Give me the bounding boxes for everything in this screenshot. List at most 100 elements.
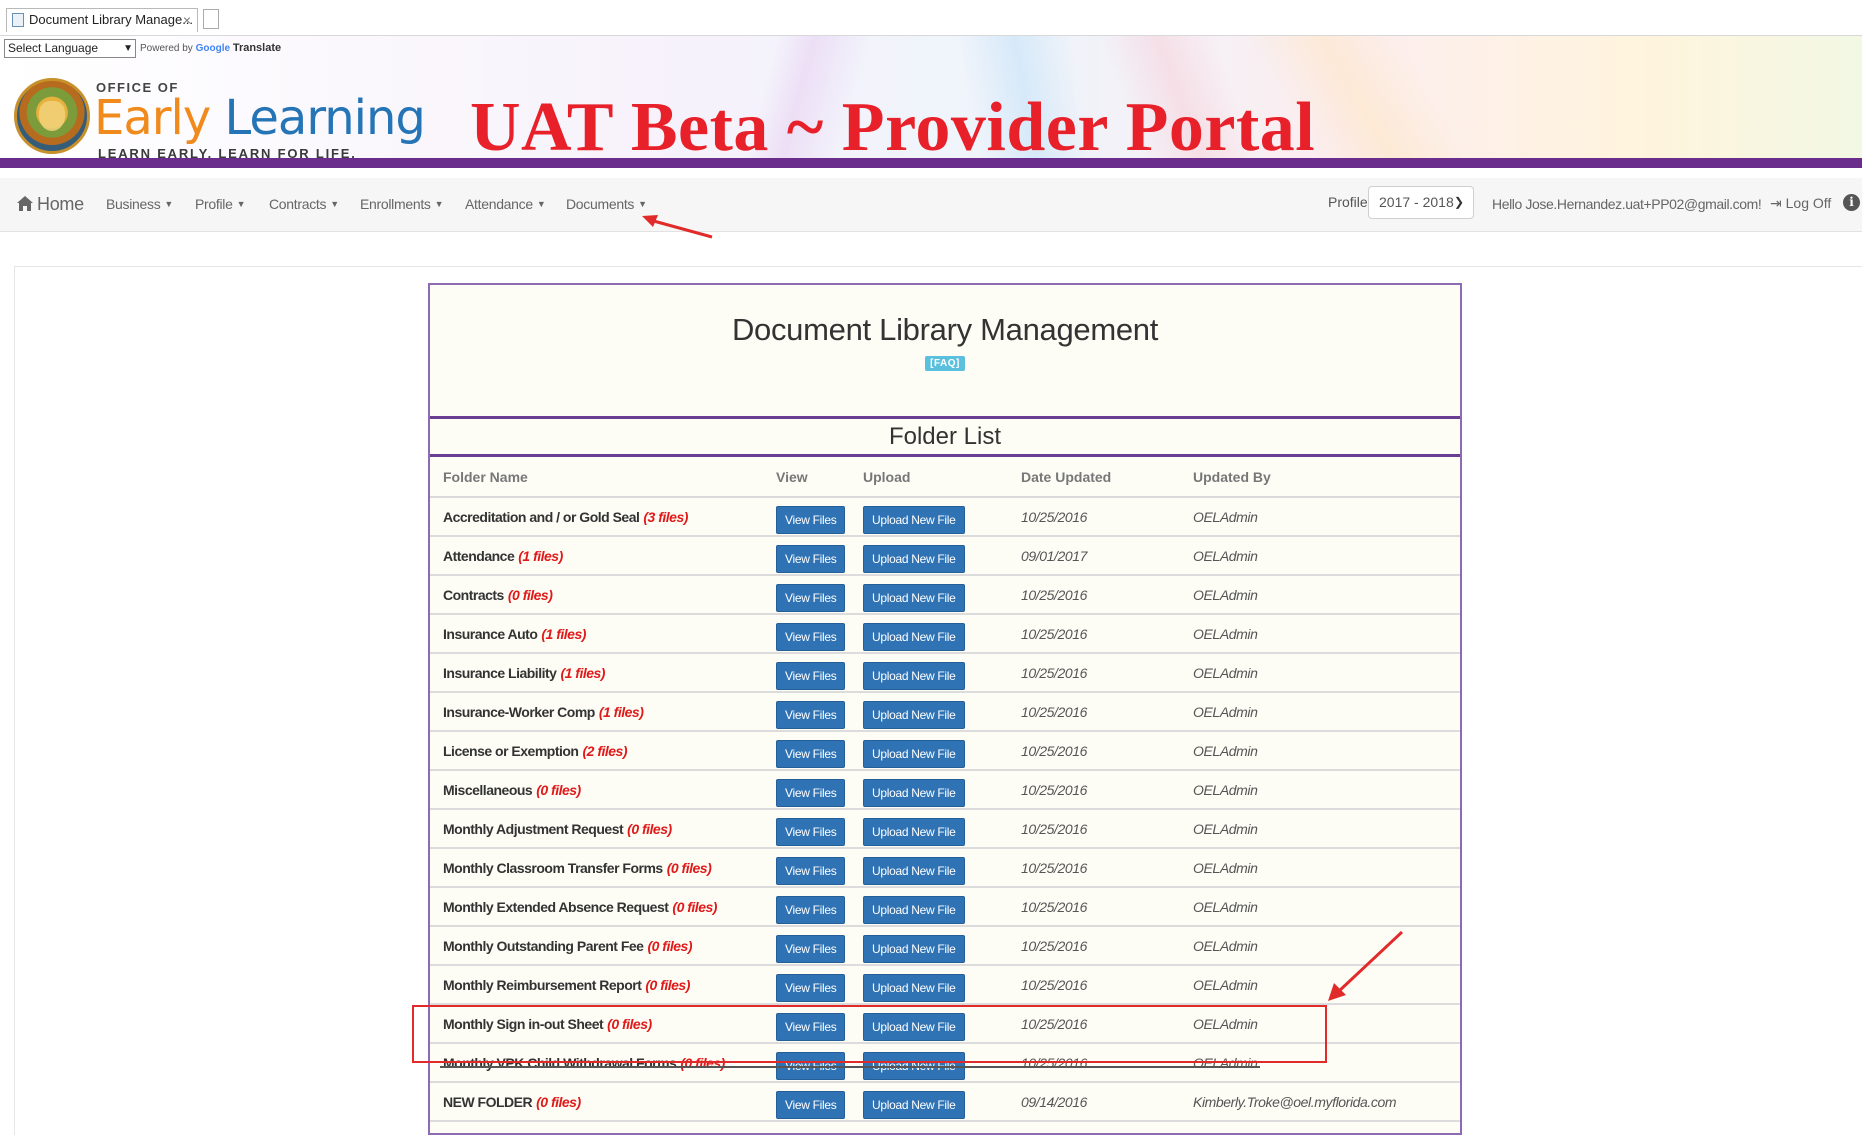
view-files-button[interactable]: View Files [776,700,846,729]
date-updated: 10/25/2016 [1008,926,1180,966]
date-updated: 09/14/2016 [1008,1082,1180,1122]
view-files-button[interactable]: View Files [776,661,846,690]
upload-new-file-button[interactable]: Upload New File [863,1051,965,1080]
profile-year-value: 2017 - 2018 [1379,194,1454,210]
date-updated: 10/25/2016 [1008,965,1180,1005]
upload-new-file-button[interactable]: Upload New File [863,778,965,807]
upload-new-file-button[interactable]: Upload New File [863,1012,965,1041]
date-updated: 10/25/2016 [1008,692,1180,732]
view-cell: View Files [776,926,863,966]
upload-new-file-button[interactable]: Upload New File [863,661,965,690]
table-row: Monthly Sign in-out Sheet (0 files) View F… [430,1004,1460,1044]
file-count: (0 files) [666,859,712,876]
view-cell: View Files [776,653,863,693]
view-files-button[interactable]: View Files [776,544,846,573]
info-icon[interactable]: i [1843,194,1860,211]
view-files-button[interactable]: View Files [776,934,846,963]
caret-down-icon: ▼ [536,199,546,209]
nav-profile-label: Profile [195,196,233,212]
view-files-button[interactable]: View Files [776,1051,846,1080]
logo-tagline: LEARN EARLY. LEARN FOR LIFE. [98,146,357,161]
nav-contracts-label: Contracts [269,196,327,212]
view-files-button[interactable]: View Files [776,583,846,612]
file-count: (0 files) [627,820,672,837]
browser-tab[interactable]: Document Library Manage... × [6,8,198,32]
date-updated: 10/25/2016 [1008,731,1180,771]
faq-button[interactable]: [FAQ] [925,356,965,371]
powered-by-text: Powered by [140,43,193,54]
view-files-button[interactable]: View Files [776,817,846,846]
table-row: Insurance Auto (1 files) View Files Upload … [430,614,1460,654]
user-greeting[interactable]: Hello Jose.Hernandez.uat+PP02@gmail.com! [1492,196,1762,212]
upload-cell: Upload New File [863,614,1008,654]
page-icon [12,13,24,27]
nav-contracts[interactable]: Contracts ▼ [269,196,339,212]
close-tab-icon[interactable]: × [183,9,191,31]
folder-name-cell: Accreditation and / or Gold Seal (3 files… [430,497,776,537]
upload-new-file-button[interactable]: Upload New File [863,1090,965,1119]
upload-new-file-button[interactable]: Upload New File [863,895,965,924]
nav-home[interactable]: Home [16,194,84,215]
date-updated: 10/25/2016 [1008,1043,1180,1083]
upload-new-file-button[interactable]: Upload New File [863,739,965,768]
nav-attendance[interactable]: Attendance ▼ [465,196,546,212]
view-files-button[interactable]: View Files [776,973,846,1002]
folder-name-cell: Insurance Auto (1 files) [430,614,776,654]
upload-new-file-button[interactable]: Upload New File [863,817,965,846]
nav-home-label: Home [37,194,84,214]
upload-new-file-button[interactable]: Upload New File [863,973,965,1002]
nav-profile[interactable]: Profile ▼ [195,196,245,212]
view-files-button[interactable]: View Files [776,1012,846,1041]
seal-emblem [39,101,65,131]
logo-early-learning[interactable]: Early Learning [94,90,426,146]
new-tab-icon[interactable] [203,9,219,29]
updated-by: OELAdmin [1180,575,1460,615]
upload-cell: Upload New File [863,536,1008,576]
folder-list-title: Folder List [430,419,1460,457]
updated-by: OELAdmin [1180,653,1460,693]
nav-business-label: Business [106,196,161,212]
view-files-button[interactable]: View Files [776,856,846,885]
nav-business[interactable]: Business ▼ [106,196,173,212]
logoff-link[interactable]: ⇥ Log Off [1770,195,1831,212]
view-files-button[interactable]: View Files [776,622,846,651]
view-cell: View Files [776,614,863,654]
upload-new-file-button[interactable]: Upload New File [863,700,965,729]
view-cell: View Files [776,536,863,576]
date-updated: 10/25/2016 [1008,614,1180,654]
upload-new-file-button[interactable]: Upload New File [863,622,965,651]
upload-new-file-button[interactable]: Upload New File [863,934,965,963]
upload-new-file-button[interactable]: Upload New File [863,544,965,573]
updated-by: OELAdmin [1180,536,1460,576]
logo-learning-word: Learning [224,90,425,146]
folder-name: Monthly Extended Absence Request [443,898,669,915]
upload-new-file-button[interactable]: Upload New File [863,856,965,885]
profile-year-select[interactable]: 2017 - 2018 ❯ [1368,186,1474,219]
date-updated: 10/25/2016 [1008,497,1180,537]
view-files-button[interactable]: View Files [776,1090,846,1119]
chevron-down-icon: ▼ [123,43,133,54]
caret-down-icon: ▼ [638,199,647,209]
folder-name: Miscellaneous [443,781,533,798]
folder-name-cell: Monthly Extended Absence Request (0 files… [430,887,776,927]
translate-text[interactable]: Translate [233,42,281,54]
folder-name: Monthly Adjustment Request [443,820,624,837]
view-files-button[interactable]: View Files [776,895,846,924]
folder-name: Monthly Reimbursement Report [443,976,642,993]
google-translate-credit: Powered by Google Translate [140,42,281,54]
col-upload: Upload [863,457,1008,498]
logoff-label: Log Off [1785,195,1832,211]
view-files-button[interactable]: View Files [776,739,846,768]
upload-new-file-button[interactable]: Upload New File [863,505,965,534]
chevron-down-icon: ❯ [1453,195,1464,209]
upload-new-file-button[interactable]: Upload New File [863,583,965,612]
nav-documents[interactable]: Documents ▼ [566,196,647,212]
view-files-button[interactable]: View Files [776,778,846,807]
language-select[interactable]: Select Language ▼ [4,39,136,58]
date-updated: 10/25/2016 [1008,575,1180,615]
file-count: (0 files) [507,586,553,603]
folder-name: Insurance Auto [443,625,538,642]
view-files-button[interactable]: View Files [776,505,846,534]
view-cell: View Files [776,1004,863,1044]
nav-enrollments[interactable]: Enrollments ▼ [360,196,444,212]
